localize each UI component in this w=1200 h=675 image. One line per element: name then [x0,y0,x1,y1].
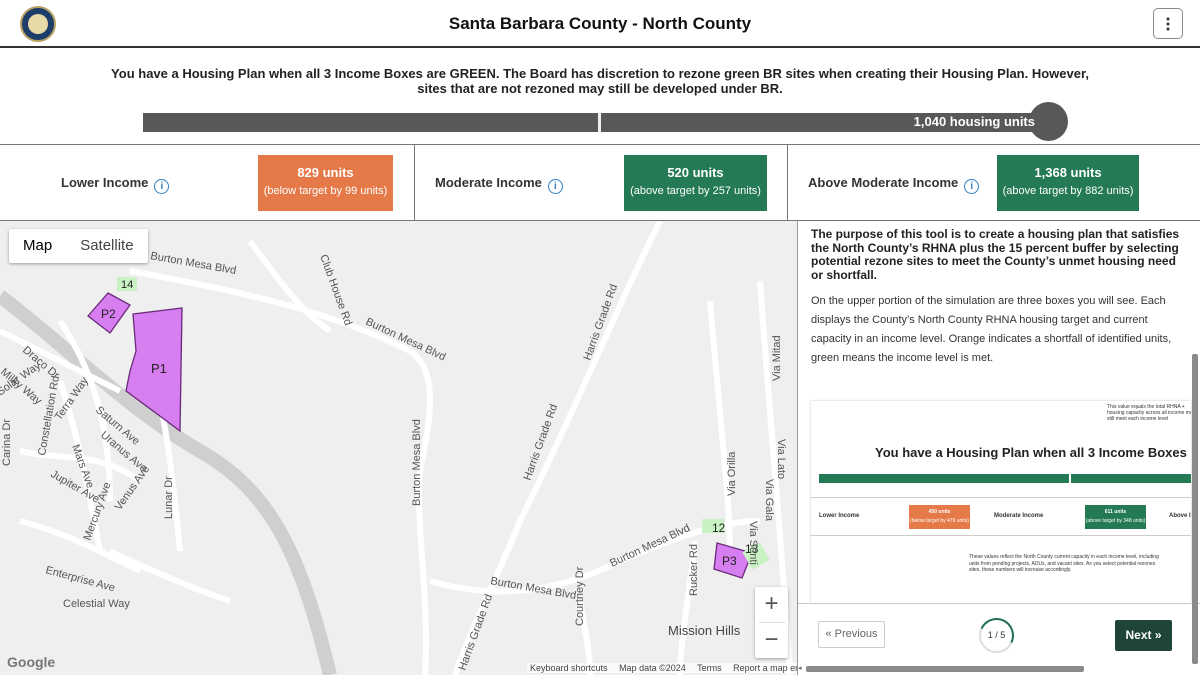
preview-lower-target: (below target by 479 units) [910,518,969,524]
lower-income-target: (below target by 99 units) [263,185,388,197]
housing-units-label-overlay: 1,040 housing units [913,114,1035,129]
vertical-scrollbar[interactable] [1192,354,1198,664]
bar-label-overlay: 1,040 housing units [143,113,1061,132]
satellite-button[interactable]: Satellite [66,229,147,263]
road-label: Rucker Rd [688,544,700,596]
preview-lower-box: 450 units (below target by 479 units) [909,505,970,529]
page-indicator-text: 1 / 5 [987,630,1006,640]
lower-income-group: Lower Income i 829 units (below target by… [0,145,414,221]
tutorial-panel: The purpose of this tool is to create a … [797,221,1200,675]
road-label: Carina Dr [1,419,13,466]
moderate-income-text: Moderate Income [435,175,542,190]
above-moderate-income-text: Above Moderate Income [808,175,959,190]
next-button[interactable]: Next » [1115,620,1172,651]
moderate-income-target: (above target by 257 units) [630,185,761,197]
preview-title: You have a Housing Plan when all 3 Incom… [875,445,1187,460]
road-label: Via Lato [775,439,787,479]
moderate-income-units: 520 units [667,165,724,180]
road-label: Via Mitad [771,335,783,381]
road-label: Burton Mesa Blvd [411,419,423,506]
above-moderate-income-box: 1,368 units (above target by 882 units) [997,155,1139,211]
parcel-label-p2: P2 [101,307,116,321]
map-canvas[interactable]: P1 P2 P3 14 12 13 Burton Mesa Blvd Burto… [0,221,797,675]
road-label: Via Gala [763,479,775,522]
above-moderate-income-label: Above Moderate Income i [808,175,980,194]
preview-top-note: This value equals the total RHNA + housi… [1107,404,1191,422]
housing-plan-notice: You have a Housing Plan when all 3 Incom… [100,66,1100,96]
road-label: Via Senti [747,521,759,565]
map-view[interactable]: P1 P2 P3 14 12 13 Burton Mesa Blvd Burto… [0,221,797,675]
zoom-out-button[interactable]: − [755,623,788,658]
parcel-label-p3: P3 [722,554,737,568]
above-moderate-income-units: 1,368 units [1034,165,1102,180]
badge-12: 12 [712,521,726,535]
zoom-controls: + − [755,587,788,658]
previous-button[interactable]: « Previous [818,621,885,648]
keyboard-shortcuts-link[interactable]: Keyboard shortcuts [530,663,608,673]
moderate-income-box: 520 units (above target by 257 units) [624,155,767,211]
map-type-toggle: Map Satellite [9,229,148,263]
preview-lower-label: Lower Income [819,513,860,519]
google-logo: Google [7,654,56,670]
road-label: Lunar Dr [163,476,175,519]
lower-income-units: 829 units [297,165,354,180]
map-button[interactable]: Map [9,229,66,263]
page-indicator: 1 / 5 [974,613,1019,658]
preview-divider [811,497,1191,498]
income-boxes-row: Lower Income i 829 units (below target by… [0,144,1200,221]
kebab-menu-icon [1166,17,1170,31]
area-label: Mission Hills [668,623,741,638]
panel-footer-divider [798,603,1200,604]
info-icon[interactable]: i [964,179,980,194]
preview-above-label: Above I [1169,513,1191,519]
kebab-menu-button[interactable] [1153,8,1183,39]
info-icon[interactable]: i [547,179,563,194]
preview-moderate-box: 611 units (above target by 348 units) [1085,505,1146,529]
info-icon[interactable]: i [154,179,170,194]
intro-body: On the upper portion of the simulation a… [811,295,1172,364]
notice-line-2: sites that are not rezoned may still be … [417,81,783,96]
notice-line-1: You have a Housing Plan when all 3 Incom… [111,66,1089,81]
tutorial-preview-image: This value equals the total RHNA + housi… [811,401,1191,603]
app-header: Santa Barbara County - North County [0,0,1200,48]
preview-bar [819,474,1191,483]
preview-moderate-target: (above target by 348 units) [1085,518,1146,524]
tutorial-text: The purpose of this tool is to create a … [811,227,1181,368]
preview-moderate-label: Moderate Income [994,513,1044,519]
page-title: Santa Barbara County - North County [448,14,752,33]
preview-note: These values reflect the North County cu… [969,554,1159,573]
above-moderate-income-group: Above Moderate Income i 1,368 units (abov… [788,145,1200,221]
lower-income-text: Lower Income [61,175,149,190]
road-label: Via Orilla [726,451,738,496]
terms-link[interactable]: Terms [697,663,722,673]
preview-divider [811,535,1191,536]
scroll-left-arrow-icon[interactable]: ◂ [798,664,802,672]
moderate-income-group: Moderate Income i 520 units (above target… [415,145,787,221]
preview-moderate-units: 611 units [1104,509,1127,515]
moderate-income-label: Moderate Income i [435,175,563,194]
lower-income-label: Lower Income i [61,175,170,194]
zoom-in-button[interactable]: + [755,587,788,622]
intro-bold: The purpose of this tool is to create a … [811,227,1180,282]
horizontal-scrollbar[interactable] [806,666,1084,672]
parcel-label-p1: P1 [151,361,167,376]
preview-lower-units: 450 units [928,509,951,515]
road-label: Celestial Way [63,598,130,610]
map-data-text: Map data ©2024 [619,663,686,673]
above-moderate-income-target: (above target by 882 units) [1002,185,1134,197]
map-attribution: Keyboard shortcuts Map data ©2024 Terms … [527,663,822,673]
road-label: Courtney Dr [574,566,586,626]
lower-income-box: 829 units (below target by 99 units) [258,155,393,211]
badge-14: 14 [121,279,133,291]
